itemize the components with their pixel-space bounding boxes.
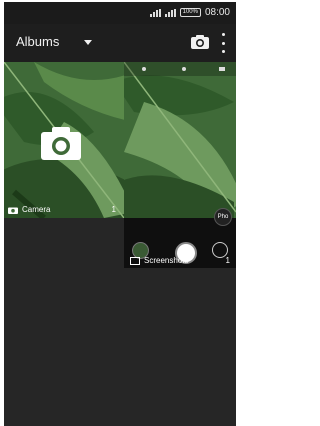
battery-icon: 100% bbox=[179, 8, 201, 17]
album-count: 1 bbox=[111, 205, 116, 214]
folder-icon bbox=[130, 256, 140, 265]
camera-icon bbox=[8, 207, 18, 214]
app-bar: Albums bbox=[4, 24, 236, 62]
camera-icon bbox=[41, 127, 81, 160]
camera-preview-strip: Pho Screenshots 1 bbox=[124, 208, 236, 268]
chevron-down-icon[interactable] bbox=[84, 40, 92, 45]
album-name: Camera bbox=[22, 205, 51, 214]
album-label: Camera bbox=[8, 205, 50, 214]
camera-icon[interactable] bbox=[190, 34, 210, 50]
signal-icon bbox=[149, 8, 161, 17]
page-title[interactable]: Albums bbox=[16, 34, 59, 49]
album-camera[interactable]: Camera 1 bbox=[4, 62, 124, 218]
photo-mode-button[interactable]: Pho bbox=[214, 208, 232, 226]
album-name: Screenshots bbox=[144, 256, 189, 265]
signal-icon-2 bbox=[164, 8, 176, 17]
status-bar: 100% 08:00 bbox=[4, 2, 236, 24]
status-time: 08:00 bbox=[204, 7, 230, 18]
album-screenshots[interactable] bbox=[124, 62, 236, 218]
gallery-screen: 100% 08:00 Albums Camera 1 Pho Screensho… bbox=[4, 2, 236, 426]
status-icons: 100% 08:00 bbox=[149, 7, 230, 18]
more-options-icon[interactable] bbox=[218, 33, 228, 53]
album-label: Screenshots bbox=[130, 256, 188, 265]
album-count: 1 bbox=[225, 256, 230, 265]
album-thumbnail bbox=[124, 62, 236, 218]
